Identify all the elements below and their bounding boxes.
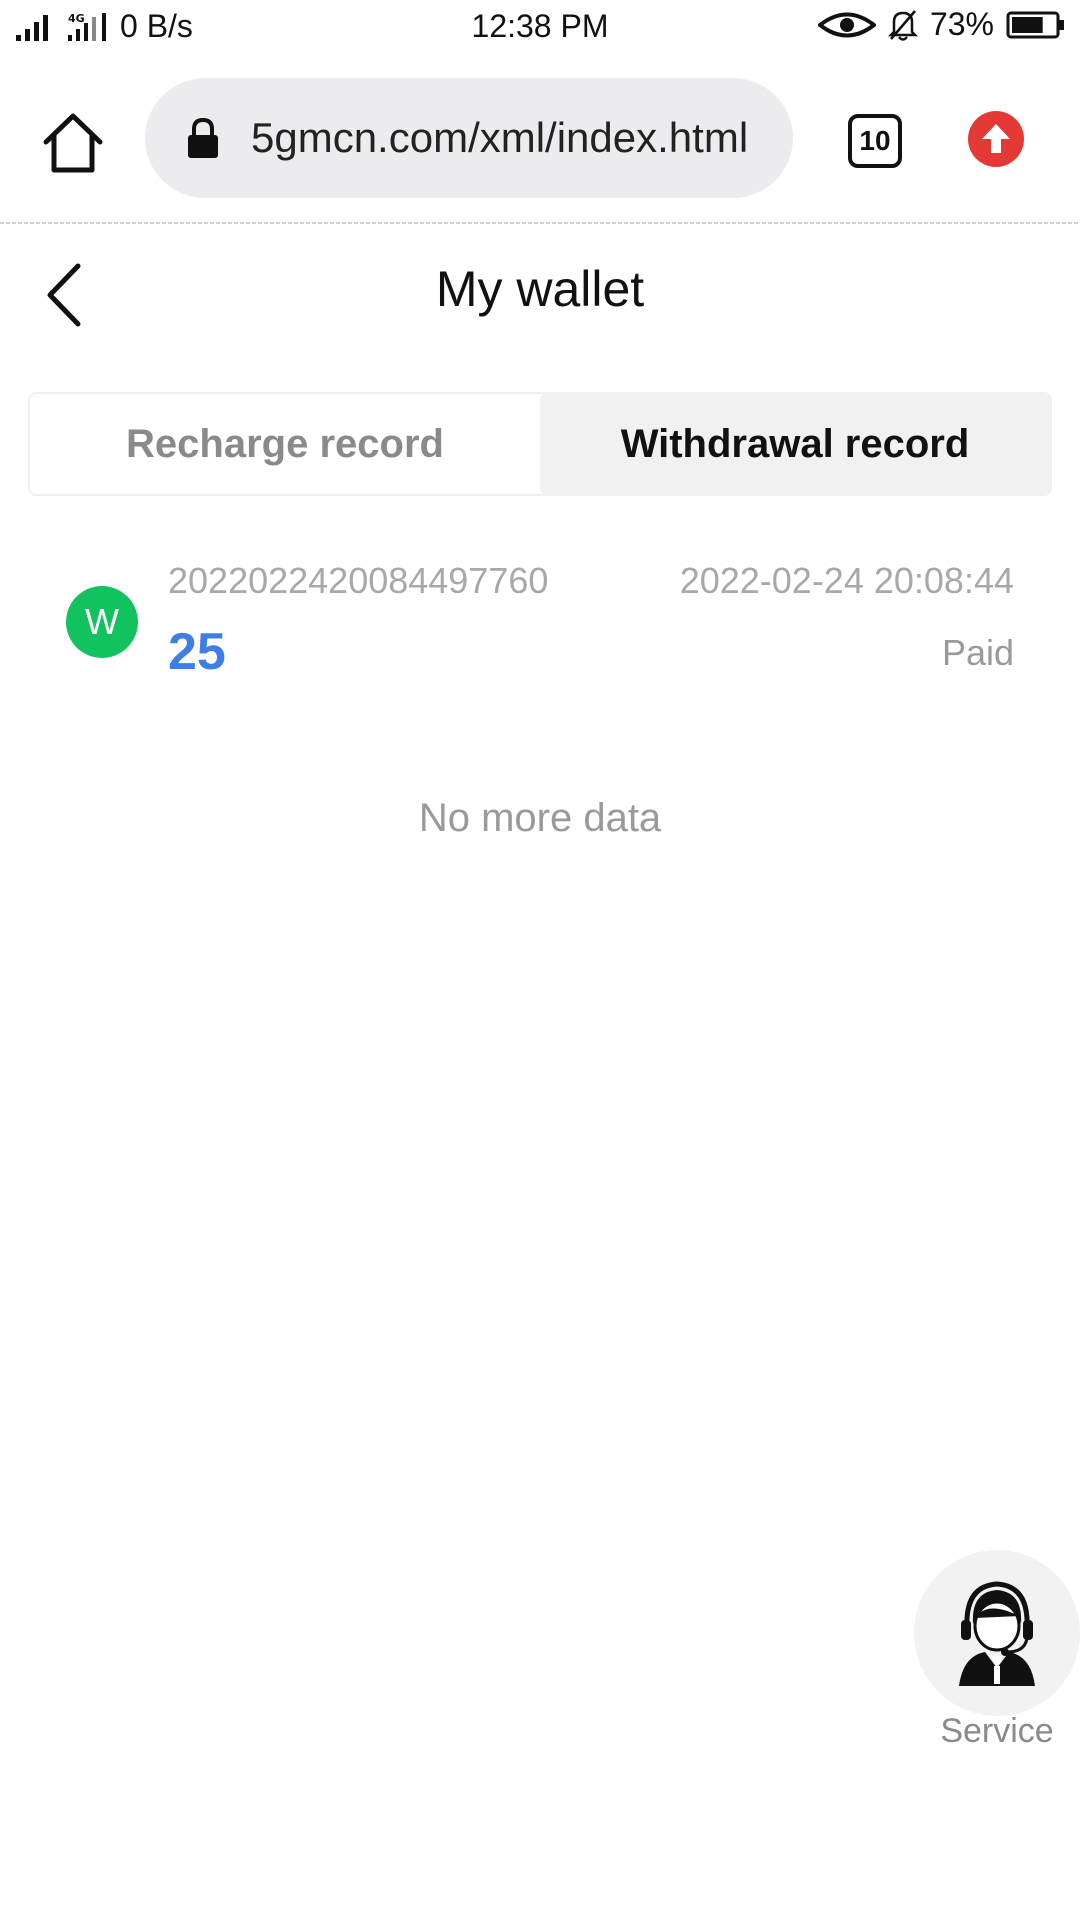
tab-recharge-record[interactable]: Recharge record <box>30 394 540 494</box>
service-label: Service <box>940 1712 1054 1750</box>
page-title: My wallet <box>435 261 645 317</box>
tab-withdrawal-record[interactable]: Withdrawal record <box>540 394 1050 494</box>
status-right: 73% <box>817 6 1066 43</box>
list-end-message: No more data <box>418 796 662 840</box>
customer-service-agent-icon <box>959 1581 1035 1686</box>
url-text: 5gmcn.com/xml/index.html <box>251 114 749 161</box>
page-header: My wallet <box>0 232 1080 352</box>
update-button[interactable] <box>968 111 1024 167</box>
address-bar[interactable]: 5gmcn.com/xml/index.html <box>145 78 793 198</box>
battery-percent: 73% <box>929 6 994 42</box>
service-circle <box>914 1550 1080 1716</box>
tab-switcher-button[interactable]: 10 <box>848 114 902 168</box>
bell-off-icon <box>887 9 918 41</box>
record-amount: 25 <box>168 623 226 681</box>
list-item[interactable]: W 2022022420084497760 2022-02-24 20:08:4… <box>0 540 1080 690</box>
record-status: Paid <box>941 632 1014 673</box>
eye-icon <box>817 12 876 37</box>
record-tabs: Recharge record Withdrawal record <box>28 392 1052 496</box>
service-button[interactable]: Service <box>914 1550 1080 1770</box>
browser-toolbar: 5gmcn.com/xml/index.html 10 <box>0 56 1080 224</box>
status-bar: 4G 0 B/s 12:38 PM 73% <box>0 0 1080 56</box>
toolbar-divider <box>0 222 1080 224</box>
update-arrow-icon <box>982 124 1010 153</box>
order-id: 2022022420084497760 <box>168 560 549 601</box>
avatar: W <box>66 586 138 658</box>
record-date: 2022-02-24 20:08:44 <box>679 560 1014 601</box>
home-icon[interactable] <box>40 110 106 176</box>
app-screen: 4G 0 B/s 12:38 PM 73% 5gmcn.com/xml/inde… <box>0 0 1080 1920</box>
battery-icon <box>1006 11 1064 38</box>
lock-icon <box>188 117 218 158</box>
